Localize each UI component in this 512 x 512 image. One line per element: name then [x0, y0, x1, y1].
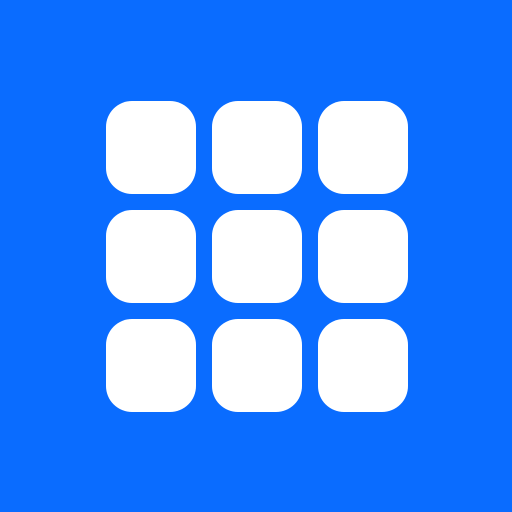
- grid-tile-9: [318, 319, 408, 412]
- grid-tile-8: [212, 319, 302, 412]
- grid-tile-2: [212, 101, 302, 194]
- grid-tile-5: [212, 210, 302, 303]
- grid-tile-6: [318, 210, 408, 303]
- grid-tile-4: [106, 210, 196, 303]
- grid-app-icon[interactable]: [0, 0, 512, 512]
- grid-tile-7: [106, 319, 196, 412]
- grid-tile-3: [318, 101, 408, 194]
- grid-tile-1: [106, 101, 196, 194]
- grid-icon: [106, 101, 408, 412]
